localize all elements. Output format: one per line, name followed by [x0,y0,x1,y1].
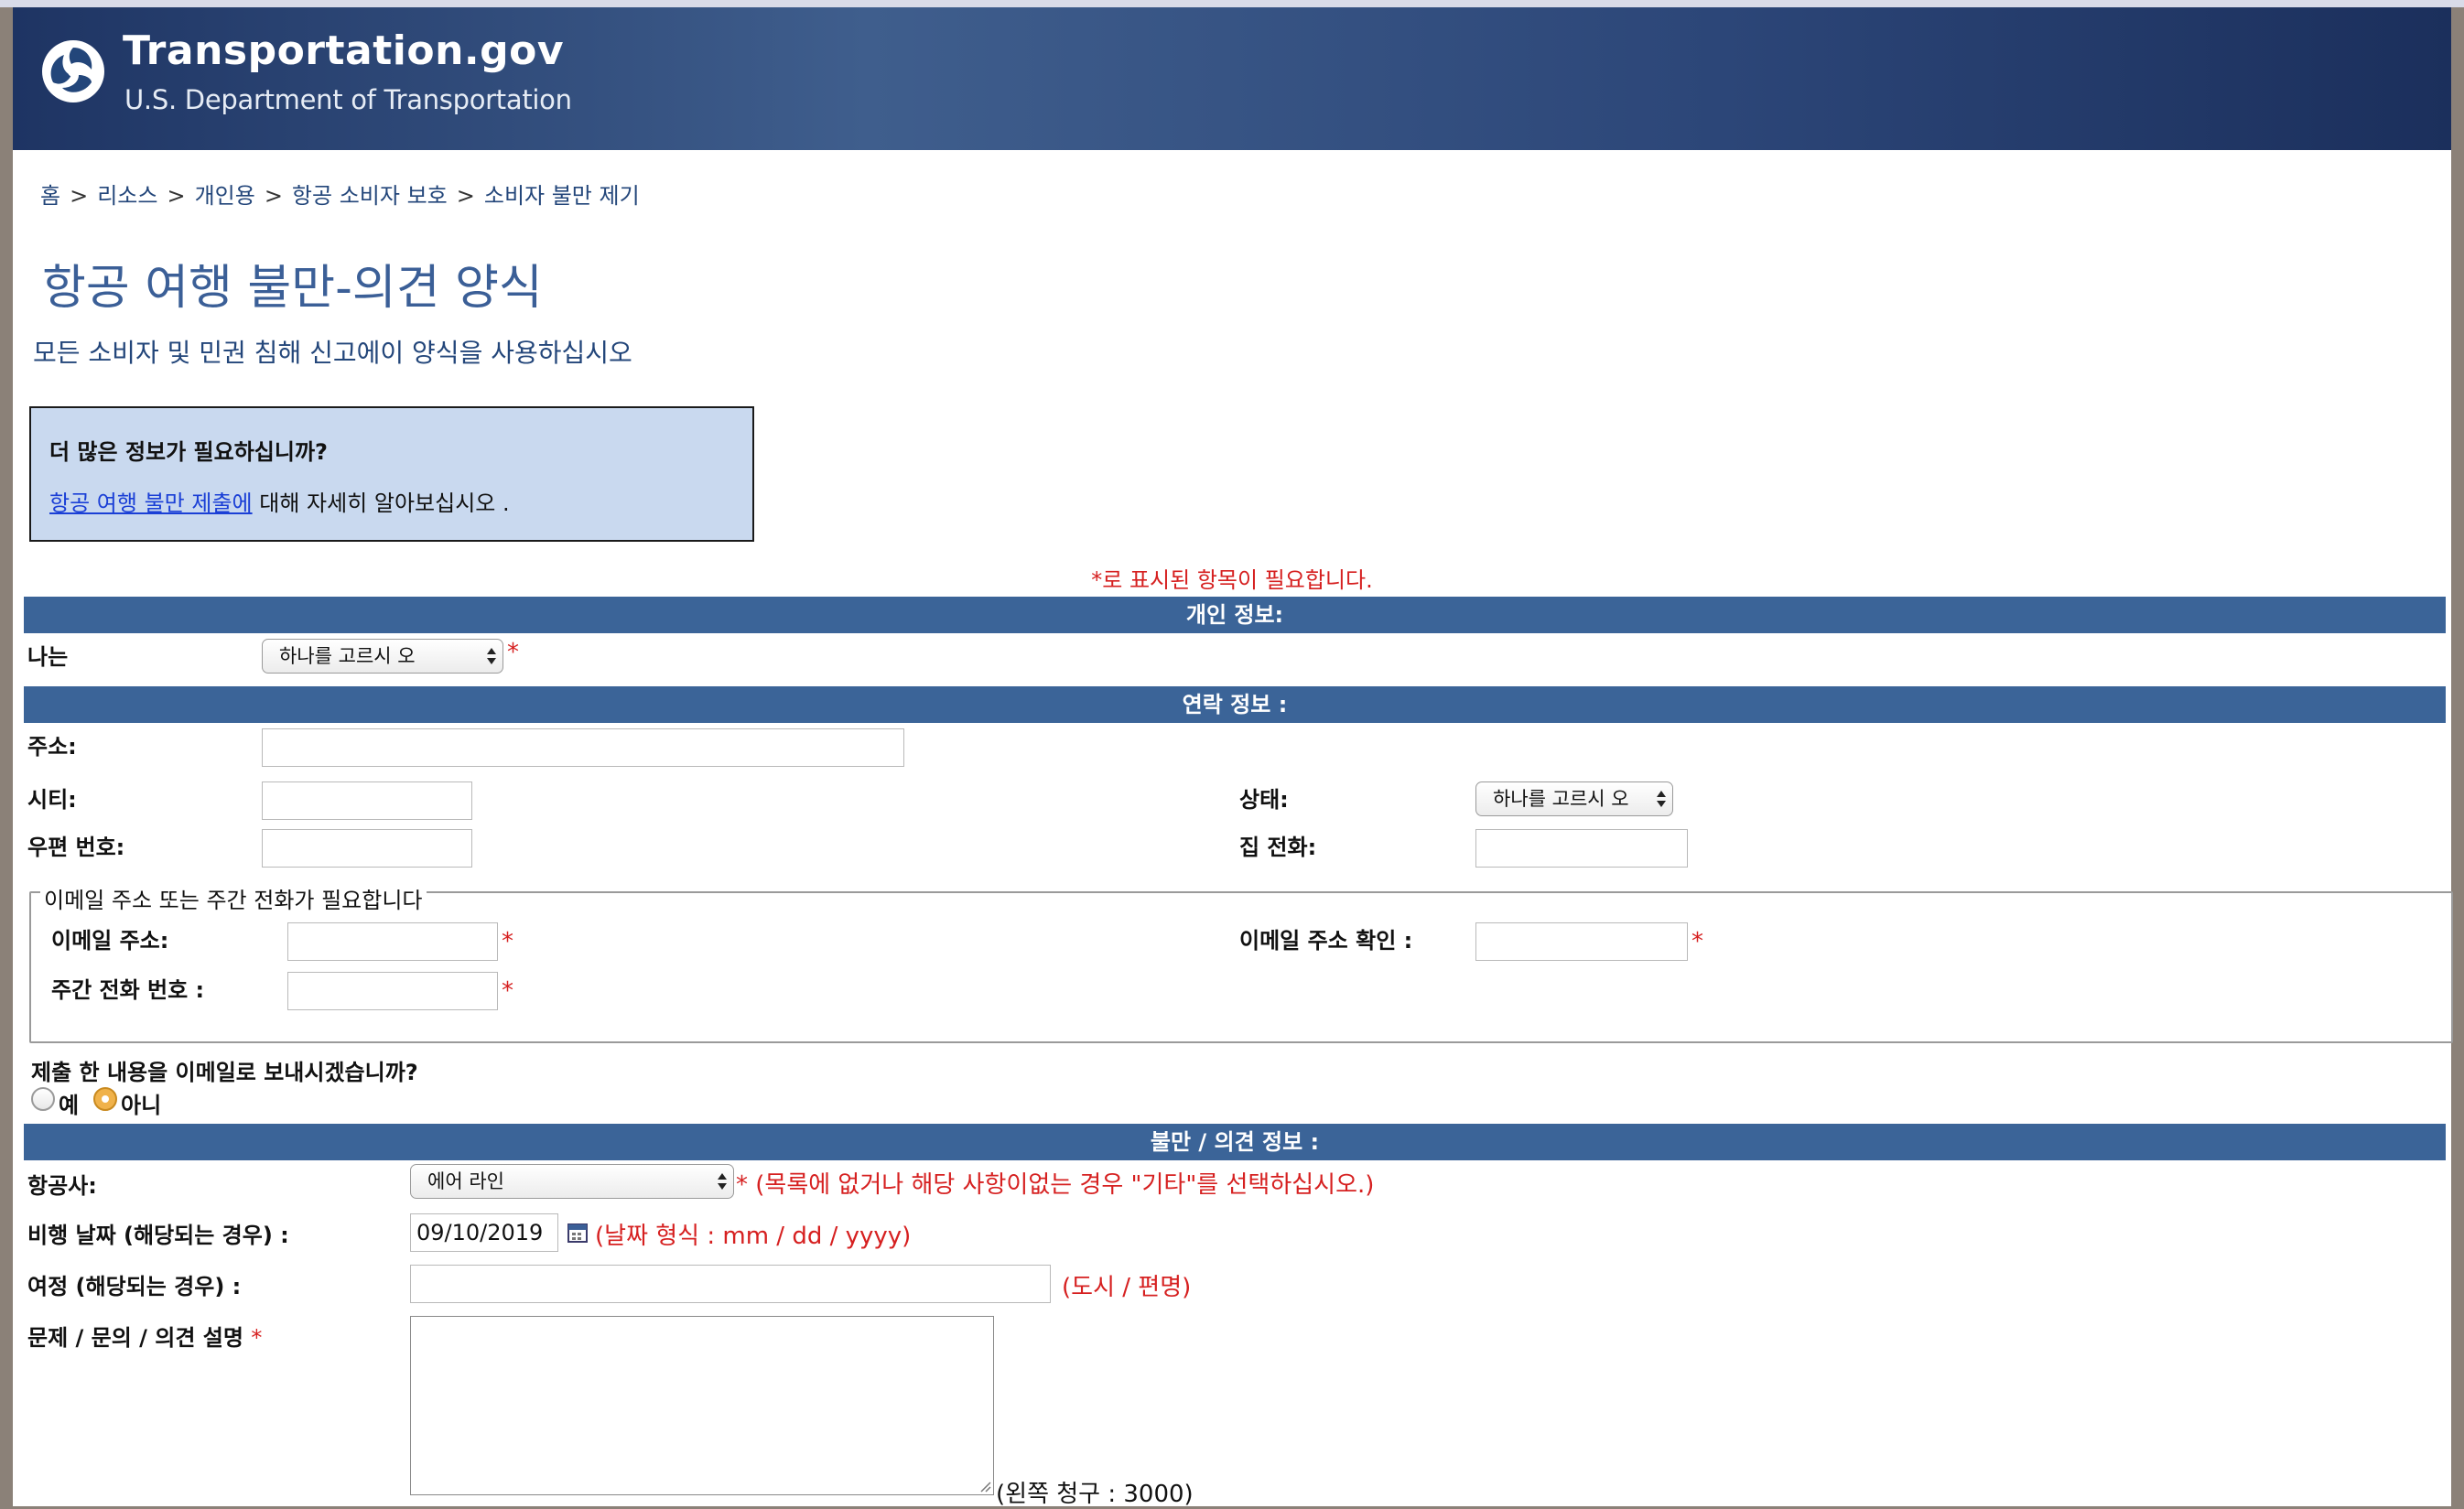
state-select-value: 하나를 고르시 오 [1493,788,1629,810]
required-mark: * [507,639,519,666]
i-am-select-value: 하나를 고르시 오 [279,645,416,667]
fieldset-legend: 이메일 주소 또는 주간 전화가 필요합니다 [40,882,427,914]
state-select[interactable]: 하나를 고르시 오 [1475,781,1673,816]
description-label: 문제 / 문의 / 의견 설명 * [27,1320,262,1352]
itinerary-label: 여정 (해당되는 경우) : [27,1274,242,1299]
send-copy-yes-label: 예 [59,1093,80,1118]
state-label: 상태: [1239,787,1289,813]
breadcrumb-separator: > [264,183,283,209]
email-input[interactable] [287,922,498,961]
breadcrumb-resources[interactable]: 리소스 [97,183,157,209]
send-copy-yes-radio[interactable] [31,1087,55,1111]
page: Transportation.gov U.S. Department of Tr… [13,7,2453,1508]
learn-more-link[interactable]: 항공 여행 불만 제출에 [49,490,253,516]
site-title[interactable]: Transportation.gov [123,27,564,74]
select-arrows-icon [718,1173,727,1190]
required-mark: * [502,928,513,955]
address-label: 주소: [27,734,77,760]
characters-left-counter: (왼쪽 청구 : 3000) [996,1481,1194,1508]
breadcrumb-separator: > [70,183,89,209]
breadcrumb-separator: > [167,183,186,209]
required-mark: * [1691,928,1703,955]
airline-hint: * (목록에 없거나 해당 사항이없는 경우 "기타"를 선택하십시오.) [736,1166,1374,1200]
description-label-text: 문제 / 문의 / 의견 설명 [27,1325,243,1351]
section-contact-info: 연락 정보 : [24,686,2446,723]
required-note: *로 표시된 항목이 필요합니다. [1091,567,1373,593]
breadcrumb-separator: > [456,183,475,209]
zip-input[interactable] [262,829,472,868]
flight-date-input[interactable]: 09/10/2019 [410,1213,558,1252]
itinerary-hint: (도시 / 편명) [1062,1274,1192,1301]
dot-triskelion-icon[interactable] [40,38,106,104]
zip-label: 우편 번호: [27,835,125,860]
more-info-text: 대해 자세히 알아보십시오 . [252,490,510,516]
breadcrumb: 홈 > 리소스 > 개인용 > 항공 소비자 보호 > 소비자 불만 제기 [40,178,640,210]
email-confirm-input[interactable] [1475,922,1688,961]
city-label: 시티: [27,787,77,813]
select-arrows-icon [487,648,496,664]
day-phone-label: 주간 전화 번호 : [51,977,205,1003]
flight-date-label: 비행 날짜 (해당되는 경우) : [27,1223,289,1248]
email-label: 이메일 주소: [51,928,169,954]
breadcrumb-air-consumer-protection[interactable]: 항공 소비자 보호 [292,183,448,209]
itinerary-input[interactable] [410,1265,1051,1303]
more-info-line: 항공 여행 불만 제출에 대해 자세히 알아보십시오 . [49,485,510,517]
date-format-hint: (날짜 형식 : mm / dd / yyyy) [595,1223,912,1250]
required-mark: * [736,1171,748,1199]
i-am-select[interactable]: 하나를 고르시 오 [262,639,503,674]
day-phone-input[interactable] [287,972,498,1010]
i-am-label: 나는 [27,644,69,670]
section-personal-info: 개인 정보: [24,597,2446,633]
more-info-title: 더 많은 정보가 필요하십니까? [49,439,328,465]
city-input[interactable] [262,781,472,820]
description-textarea[interactable] [410,1316,994,1495]
resize-grip-icon[interactable] [978,1480,991,1493]
window-top-edge [0,0,2464,7]
page-subtitle: 모든 소비자 및 민권 침해 신고에이 양식을 사용하십시오 [33,338,632,368]
home-phone-input[interactable] [1475,829,1688,868]
page-title: 항공 여행 불만-의견 양식 [42,261,543,316]
airline-hint-text: (목록에 없거나 해당 사항이없는 경우 "기타"를 선택하십시오.) [748,1171,1375,1199]
airline-select-value: 에어 라인 [427,1170,504,1192]
send-copy-no-label: 아니 [121,1093,162,1118]
send-copy-no-radio[interactable] [93,1087,117,1111]
select-arrows-icon [1657,791,1666,807]
home-phone-label: 집 전화: [1239,835,1317,860]
send-copy-question: 제출 한 내용을 이메일로 보내시겠습니까? [31,1060,418,1085]
calendar-icon[interactable] [567,1223,588,1243]
breadcrumb-individuals[interactable]: 개인용 [195,183,255,209]
more-info-box: 더 많은 정보가 필요하십니까? 항공 여행 불만 제출에 대해 자세히 알아보… [29,406,754,542]
breadcrumb-home[interactable]: 홈 [40,183,60,209]
required-mark: * [251,1325,263,1351]
site-header: Transportation.gov U.S. Department of Tr… [13,7,2451,150]
address-input[interactable] [262,728,904,767]
breadcrumb-file-complaint[interactable]: 소비자 불만 제기 [484,183,640,209]
required-mark: * [502,977,513,1005]
section-complaint-info: 불만 / 의견 정보 : [24,1124,2446,1160]
airline-label: 항공사: [27,1173,97,1199]
site-subtitle: U.S. Department of Transportation [124,84,572,115]
email-confirm-label: 이메일 주소 확인 : [1239,928,1413,954]
airline-select[interactable]: 에어 라인 [410,1164,734,1199]
